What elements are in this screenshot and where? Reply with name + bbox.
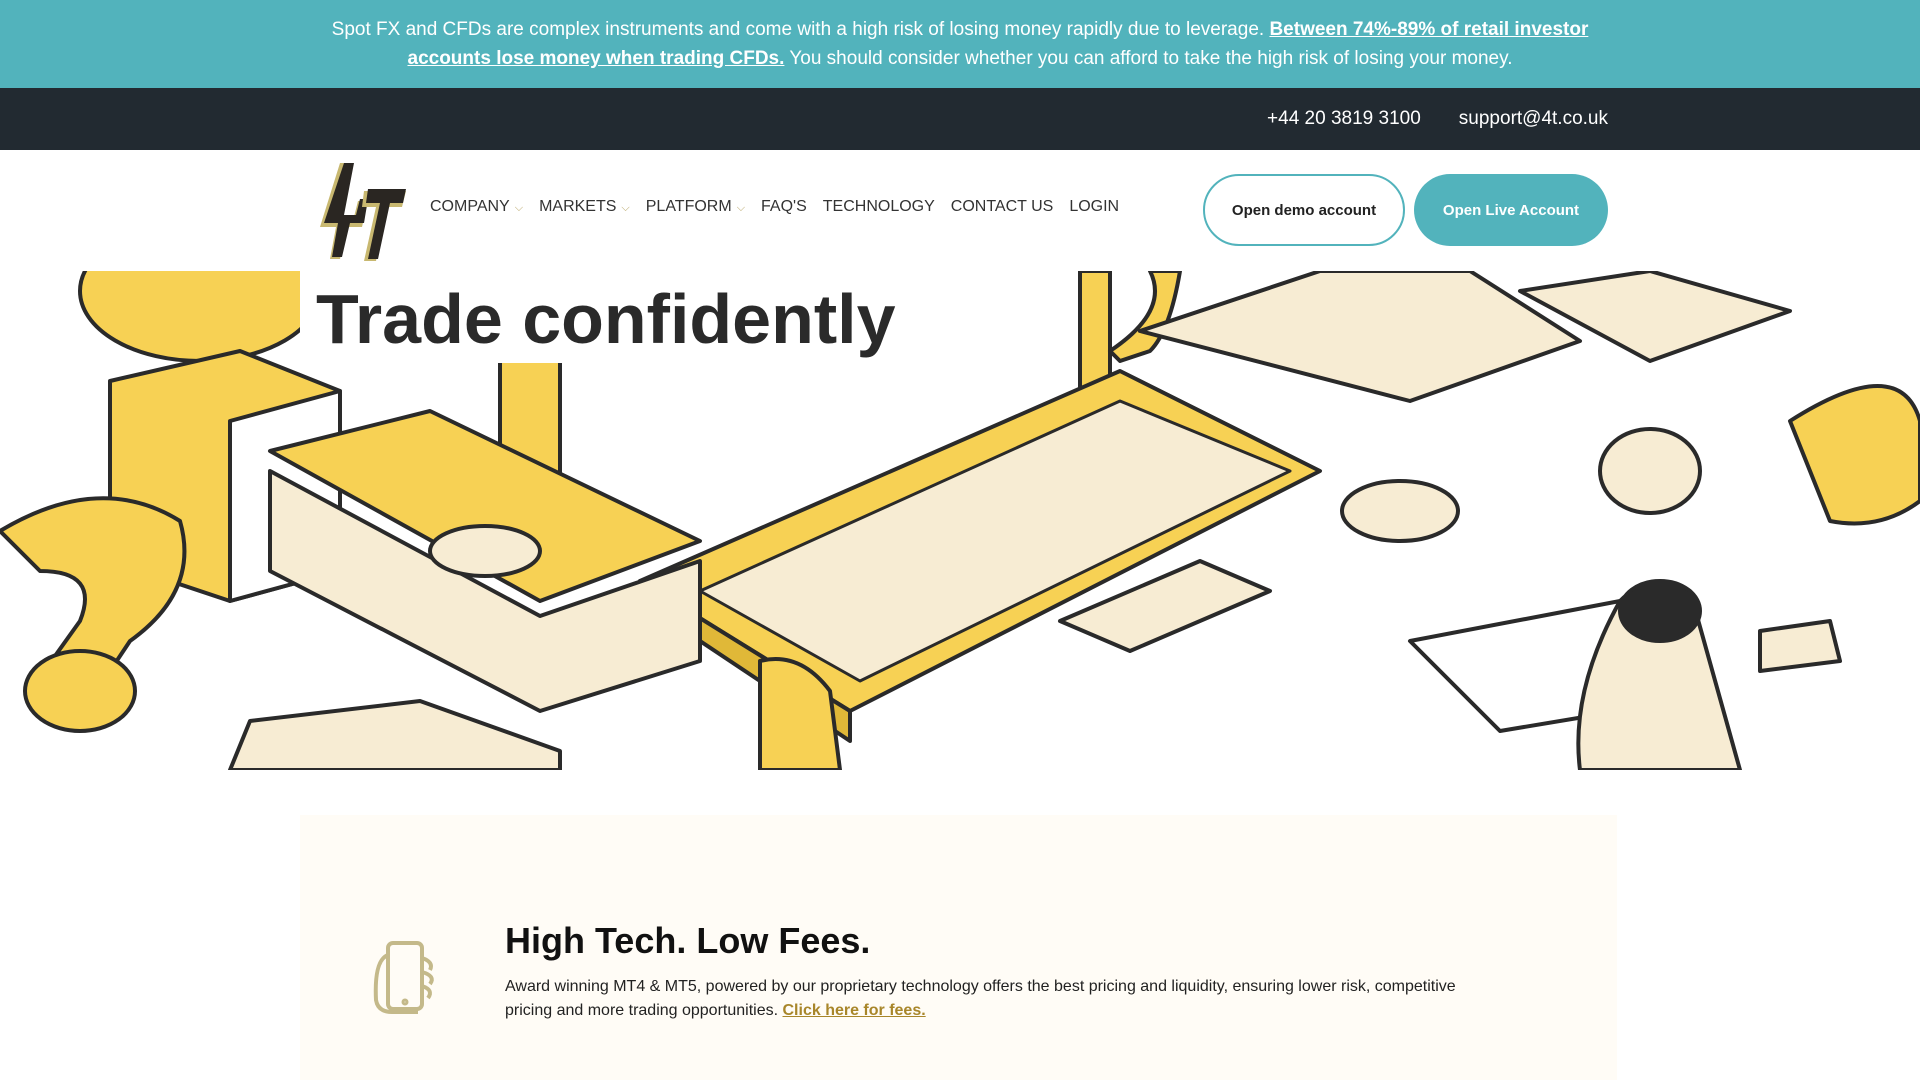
risk-text: Spot FX and CFDs are complex instruments… (331, 19, 1270, 40)
nav-login[interactable]: LOGIN (1069, 198, 1119, 216)
chevron-down-icon: ⌵ (736, 201, 746, 214)
nav-platform[interactable]: PLATFORM ⌵ (646, 198, 745, 216)
feature-card: High Tech. Low Fees. Award winning MT4 &… (300, 815, 1617, 1080)
feature-description: Award winning MT4 & MT5, powered by our … (505, 978, 1456, 1019)
hero-illustration (0, 271, 1920, 770)
phone-link[interactable]: +44 20 3819 3100 (1267, 108, 1421, 130)
logo-4t[interactable] (318, 161, 408, 261)
fees-link[interactable]: Click here for fees. (783, 1002, 926, 1019)
nav-technology[interactable]: TECHNOLOGY (823, 198, 935, 216)
email-link[interactable]: support@4t.co.uk (1459, 108, 1608, 130)
hero-title: Trade confidently (300, 271, 912, 363)
nav-company[interactable]: COMPANY ⌵ (430, 198, 523, 216)
phone-in-hand-icon (373, 941, 434, 1014)
chevron-down-icon: ⌵ (621, 201, 630, 214)
open-demo-account-button[interactable]: Open demo account (1203, 174, 1405, 246)
open-live-account-button[interactable]: Open Live Account (1414, 174, 1608, 246)
risk-text-after: You should consider whether you can affo… (784, 48, 1513, 69)
hero-section: Trade confidently (0, 271, 1920, 770)
nav-faqs[interactable]: FAQ'S (761, 198, 807, 216)
contact-bar: +44 20 3819 3100 support@4t.co.uk (0, 88, 1920, 150)
risk-warning-banner: Spot FX and CFDs are complex instruments… (0, 0, 1920, 88)
nav-contact-us[interactable]: CONTACT US (951, 198, 1054, 216)
main-nav: COMPANY ⌵ MARKETS ⌵ PLATFORM ⌵ FAQ'S TECHNO… (0, 150, 1920, 271)
nav-markets[interactable]: MARKETS ⌵ (539, 198, 630, 216)
feature-title: High Tech. Low Fees. (505, 920, 871, 961)
chevron-down-icon: ⌵ (514, 201, 524, 214)
